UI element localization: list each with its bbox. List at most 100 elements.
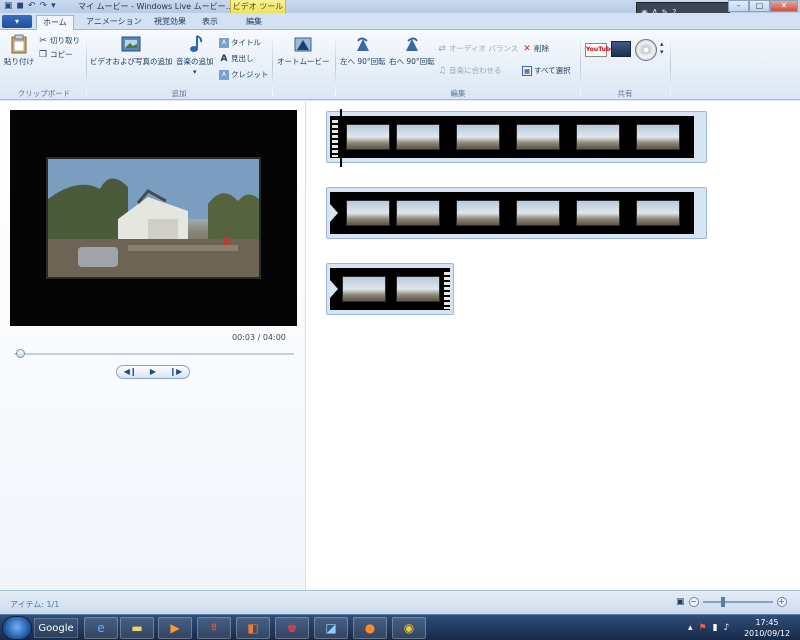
tab-home[interactable]: ホーム bbox=[36, 15, 74, 30]
game-icon[interactable]: ♚ bbox=[275, 617, 309, 639]
audio-balance-button[interactable]: ⇄ オーディオ バランス bbox=[437, 43, 518, 54]
title-button[interactable]: A タイトル bbox=[219, 37, 261, 48]
thumbnail-size-icon[interactable]: ▣ bbox=[676, 597, 685, 607]
add-video-photo-button[interactable]: ビデオおよび写真の追加 bbox=[90, 33, 173, 67]
filmstrip bbox=[330, 268, 450, 310]
clip-thumbnail bbox=[576, 124, 620, 150]
google-search-button[interactable]: Google bbox=[34, 618, 78, 638]
zoom-slider[interactable] bbox=[702, 597, 773, 607]
fit-to-music-label: 音楽に合わせる bbox=[449, 66, 502, 75]
title-icon: A bbox=[219, 37, 229, 48]
credits-label: クレジット bbox=[231, 70, 269, 79]
delete-label: 削除 bbox=[534, 44, 549, 53]
chrome-icon[interactable]: ◉ bbox=[392, 617, 426, 639]
explorer-icon[interactable]: ▬ bbox=[120, 617, 154, 639]
credits-button[interactable]: A クレジット bbox=[219, 69, 269, 80]
ie-icon[interactable]: e bbox=[84, 617, 118, 639]
playhead[interactable] bbox=[340, 109, 342, 167]
fit-to-music-button[interactable]: ♫ 音楽に合わせる bbox=[437, 65, 502, 76]
clip-thumbnail bbox=[636, 124, 680, 150]
qat-dropdown-icon[interactable]: ▾ bbox=[51, 1, 56, 12]
maximize-button[interactable]: □ bbox=[749, 0, 770, 12]
add-music-button[interactable]: 音楽の追加 ▾ bbox=[176, 33, 214, 76]
action-center-icon[interactable]: ⚑ bbox=[699, 623, 707, 633]
tab-view[interactable]: 表示 bbox=[196, 15, 224, 30]
undo-icon[interactable]: ↶ bbox=[28, 1, 36, 12]
window-buttons: – □ ✕ bbox=[728, 0, 798, 12]
ribbon-separator bbox=[86, 34, 87, 96]
chevron-down-icon[interactable]: ▾ bbox=[193, 68, 197, 76]
select-all-icon: ▦ bbox=[522, 65, 532, 76]
zoom-in-button[interactable]: + bbox=[776, 597, 787, 607]
next-frame-icon[interactable]: ❙▶ bbox=[169, 366, 182, 378]
share-youtube-button[interactable]: YouTube bbox=[585, 43, 614, 57]
app-icon-2[interactable]: ◪ bbox=[314, 617, 348, 639]
volume-icon[interactable]: ♪ bbox=[724, 623, 730, 633]
paste-button[interactable]: 貼り付け bbox=[4, 33, 34, 67]
clip-thumbnail bbox=[396, 200, 440, 226]
zoom-thumb[interactable] bbox=[720, 597, 725, 607]
automovie-icon bbox=[292, 33, 314, 55]
paste-label: 貼り付け bbox=[4, 57, 34, 66]
file-menu-button[interactable]: ▾ bbox=[2, 15, 32, 28]
copy-label: コピー bbox=[50, 50, 73, 59]
music-note-icon bbox=[184, 33, 206, 55]
tab-edit[interactable]: 編集 bbox=[240, 15, 268, 30]
storyboard-clip[interactable] bbox=[326, 263, 454, 315]
seek-thumb[interactable] bbox=[15, 349, 25, 358]
seek-bar[interactable] bbox=[14, 353, 294, 355]
storyboard-clip[interactable] bbox=[326, 187, 707, 239]
storyboard-clip[interactable] bbox=[326, 111, 707, 163]
rotate-left-label: 左へ 90°回転 bbox=[340, 57, 386, 66]
clip-thumbnail bbox=[346, 124, 390, 150]
rotate-left-button[interactable]: 左へ 90°回転 bbox=[340, 33, 386, 67]
clip-thumbnail bbox=[346, 200, 390, 226]
clip-thumbnail bbox=[516, 200, 560, 226]
tray-expand-icon[interactable]: ▴ bbox=[688, 623, 693, 633]
ribbon: 貼り付け ✂ 切り取り ❐ コピー クリップボード ビデオおよび写真の追加 音楽… bbox=[0, 30, 800, 100]
clock[interactable]: 17:45 2010/09/12 bbox=[738, 617, 796, 639]
scissors-icon: ✂ bbox=[39, 35, 47, 46]
share-gallery-more[interactable]: ▴ ▾ bbox=[660, 40, 664, 56]
transition-arrow-start bbox=[330, 280, 338, 298]
fit-music-icon: ♫ bbox=[437, 65, 447, 76]
preview-pane: 00:03 / 04:00 ◀❙ ▶ ❙▶ bbox=[0, 101, 306, 590]
copy-button[interactable]: ❐ コピー bbox=[38, 49, 73, 60]
ribbon-tabs: ▾ ホーム アニメーション 視覚効果 表示 編集 bbox=[0, 13, 800, 30]
cut-button[interactable]: ✂ 切り取り bbox=[38, 35, 80, 46]
caption-button[interactable]: A 見出し bbox=[219, 53, 254, 64]
redo-icon[interactable]: ↷ bbox=[40, 1, 48, 12]
minimize-button[interactable]: – bbox=[728, 0, 749, 12]
system-tray: ▴ ⚑ ▮ ♪ bbox=[688, 623, 729, 633]
app-menu-icon[interactable]: ▣ bbox=[4, 1, 13, 12]
photo-film-icon bbox=[120, 33, 142, 55]
video-preview[interactable] bbox=[10, 110, 297, 326]
tab-animations[interactable]: アニメーション bbox=[80, 15, 148, 30]
audio-balance-icon: ⇄ bbox=[438, 43, 446, 54]
zoom-out-button[interactable]: − bbox=[688, 597, 699, 607]
network-icon[interactable]: ▮ bbox=[713, 623, 718, 633]
share-dvd-button[interactable]: DVD bbox=[635, 39, 657, 61]
save-icon[interactable]: ◼ bbox=[17, 1, 24, 12]
monitor-icon bbox=[611, 41, 631, 57]
delete-button[interactable]: ✕ 削除 bbox=[522, 43, 549, 54]
delete-icon: ✕ bbox=[523, 43, 531, 54]
media-player-icon[interactable]: ▶ bbox=[158, 617, 192, 639]
previous-frame-icon[interactable]: ◀❙ bbox=[124, 366, 137, 378]
add-music-label: 音楽の追加 bbox=[176, 57, 214, 66]
play-icon[interactable]: ▶ bbox=[150, 366, 156, 378]
rotate-right-button[interactable]: 右へ 90°回転 bbox=[389, 33, 435, 67]
youtube-icon: YouTube bbox=[585, 43, 614, 57]
automovie-label: オートムービー bbox=[277, 57, 330, 66]
automovie-button[interactable]: オートムービー bbox=[277, 33, 330, 67]
share-device-button[interactable] bbox=[611, 41, 631, 57]
firefox-icon[interactable]: ● bbox=[353, 617, 387, 639]
audio-balance-label: オーディオ バランス bbox=[449, 44, 519, 53]
clip-thumbnail bbox=[576, 200, 620, 226]
start-button[interactable] bbox=[2, 616, 32, 640]
select-all-button[interactable]: ▦ すべて選択 bbox=[522, 65, 571, 76]
app-icon[interactable]: ◧ bbox=[236, 617, 270, 639]
tab-visual-effects[interactable]: 視覚効果 bbox=[148, 15, 192, 30]
close-button[interactable]: ✕ bbox=[770, 0, 798, 12]
pep-icon[interactable]: 8 bbox=[197, 617, 231, 639]
